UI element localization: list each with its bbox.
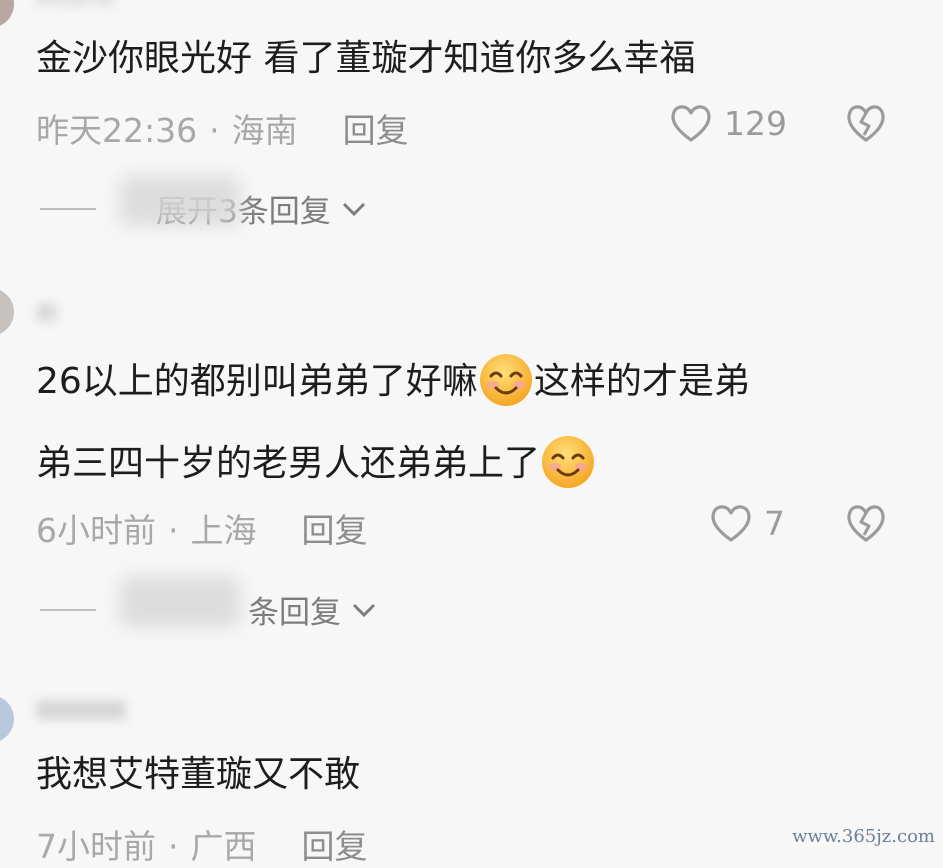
comment-username[interactable]: 刷 [36, 296, 59, 328]
separator: · [168, 827, 179, 866]
avatar[interactable] [0, 695, 14, 743]
broken-heart-icon [847, 505, 885, 542]
divider-line [40, 608, 96, 611]
smiling-face-emoji [479, 354, 532, 406]
comment-meta: 7小时前 · 广西 回复 [36, 820, 368, 868]
dislike-button[interactable] [844, 502, 888, 544]
comment-text: 金沙你眼光好 看了董璇才知道你多么幸福 [36, 38, 696, 79]
like-count: 129 [724, 103, 787, 143]
dislike-button[interactable] [844, 102, 888, 144]
separator: · [209, 111, 220, 150]
comment-text-line: 这样的才是弟 [533, 361, 750, 402]
broken-heart-icon [847, 105, 885, 142]
like-button[interactable]: 129 [668, 102, 787, 144]
comment-text: 弟三四十岁的老男人还弟弟上了 [36, 434, 596, 490]
comment-meta: 6小时前 · 上海 回复 [36, 504, 368, 552]
reply-button[interactable]: 回复 [302, 511, 368, 550]
blur-mask [120, 577, 240, 627]
heart-outline-icon [711, 505, 751, 542]
watermark: www.365jz.com [792, 826, 935, 847]
comment-location: 上海 [190, 511, 257, 550]
expand-label: 条回复 [248, 595, 341, 631]
like-button[interactable]: 7 [708, 502, 785, 544]
comment-username[interactable]: Moana [36, 0, 114, 11]
blur-mask [120, 176, 240, 226]
avatar[interactable] [0, 0, 14, 28]
reply-button[interactable]: 回复 [302, 827, 368, 866]
comment-time: 昨天22:36 [36, 111, 198, 150]
smiling-face-emoji [542, 436, 595, 488]
comment-text: 26以上的都别叫弟弟了好嘛 这样的才是弟 [36, 352, 750, 408]
chevron-down-icon [342, 202, 365, 216]
expand-replies-button[interactable]: 展开3条回复 [40, 176, 367, 231]
divider-line [40, 207, 96, 210]
comment-text-line: 弟三四十岁的老男人还弟弟上了 [36, 443, 541, 484]
reply-button[interactable]: 回复 [343, 111, 409, 150]
comment-location: 广西 [190, 827, 257, 866]
expand-replies-button[interactable]: 条回复 [40, 577, 377, 632]
separator: · [168, 511, 179, 550]
chevron-down-icon [352, 603, 376, 617]
avatar[interactable] [0, 288, 14, 336]
comment-username[interactable] [36, 700, 126, 720]
like-count: 7 [764, 503, 785, 543]
comment-meta: 昨天22:36 · 海南 回复 [36, 104, 409, 152]
comment-text: 我想艾特董璇又不敢 [36, 754, 361, 795]
comment-location: 海南 [231, 111, 298, 150]
heart-outline-icon [671, 105, 711, 142]
comment-time: 6小时前 [36, 511, 156, 550]
comment-text-line: 26以上的都别叫弟弟了好嘛 [36, 361, 478, 402]
comment-time: 7小时前 [36, 827, 156, 866]
